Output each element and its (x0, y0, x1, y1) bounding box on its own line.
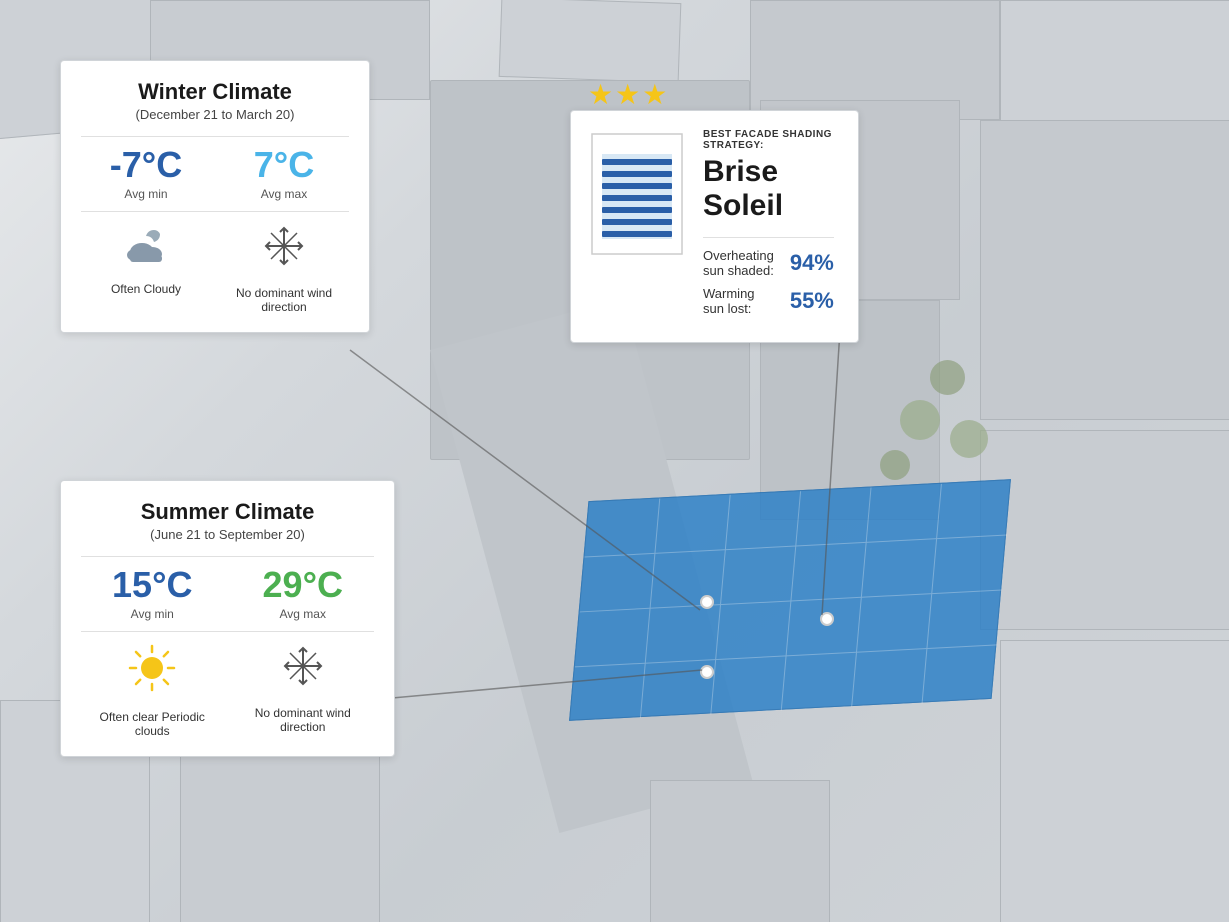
winter-divider-2 (81, 211, 349, 212)
map-dot-1 (700, 595, 714, 609)
map-dot-3 (700, 665, 714, 679)
map-dot-2 (820, 612, 834, 626)
winter-temp-max: 7°C (254, 147, 314, 183)
sun-icon (126, 642, 178, 702)
facade-divider (703, 237, 834, 238)
summer-temp-min-cell: 15°C Avg min (81, 567, 224, 621)
cloud-moon-icon (120, 222, 172, 274)
facade-info-section: BEST FACADE SHADING STRATEGY: Brise Sole… (703, 129, 834, 324)
winter-title: Winter Climate (81, 79, 349, 105)
summer-weather-grid: Often clear Periodic clouds (81, 642, 374, 738)
winter-temp-min-label: Avg min (124, 187, 167, 201)
summer-temp-min-label: Avg min (131, 607, 174, 621)
winter-wind-label: No dominant wind direction (219, 286, 349, 314)
facade-strategy-name: Brise Soleil (703, 155, 834, 223)
wind-icon-summer (277, 642, 329, 698)
summer-weather-label: Often clear Periodic clouds (81, 710, 224, 738)
summer-subtitle: (June 21 to September 20) (81, 527, 374, 542)
winter-temp-min: -7°C (110, 147, 182, 183)
summer-divider (81, 556, 374, 557)
wind-icon-winter (258, 222, 310, 278)
facade-shading-card: BEST FACADE SHADING STRATEGY: Brise Sole… (570, 110, 859, 343)
summer-climate-card: Summer Climate (June 21 to September 20)… (60, 480, 395, 757)
summer-temp-max-cell: 29°C Avg max (232, 567, 375, 621)
overheating-value: 94% (790, 250, 834, 276)
warming-value: 55% (790, 288, 834, 314)
winter-grid: -7°C Avg min 7°C Avg max (81, 147, 349, 201)
summer-divider-2 (81, 631, 374, 632)
summer-sun-cell: Often clear Periodic clouds (81, 642, 224, 738)
facade-strategy-label: BEST FACADE SHADING STRATEGY: (703, 129, 834, 151)
summer-grid: 15°C Avg min 29°C Avg max (81, 567, 374, 621)
winter-divider (81, 136, 349, 137)
summer-wind-label: No dominant wind direction (232, 706, 375, 734)
winter-temp-max-label: Avg max (261, 187, 307, 201)
winter-weather-grid: Often Cloudy (81, 222, 349, 314)
facade-illustration (587, 129, 687, 264)
summer-wind-cell: No dominant wind direction (232, 642, 375, 738)
warming-row: Warming sun lost: 55% (703, 286, 834, 316)
winter-temp-max-cell: 7°C Avg max (219, 147, 349, 201)
summer-title: Summer Climate (81, 499, 374, 525)
winter-weather-label: Often Cloudy (111, 282, 181, 296)
winter-subtitle: (December 21 to March 20) (81, 107, 349, 122)
winter-temp-min-cell: -7°C Avg min (81, 147, 211, 201)
winter-climate-card: Winter Climate (December 21 to March 20)… (60, 60, 370, 333)
facade-stars: ★★★ (588, 78, 669, 111)
summer-temp-max-label: Avg max (280, 607, 326, 621)
winter-wind-cell: No dominant wind direction (219, 222, 349, 314)
summer-temp-max: 29°C (263, 567, 343, 603)
warming-label: Warming sun lost: (703, 286, 774, 316)
overheating-label: Overheating sun shaded: (703, 248, 774, 278)
winter-cloud-cell: Often Cloudy (81, 222, 211, 314)
summer-temp-min: 15°C (112, 567, 192, 603)
overheating-row: Overheating sun shaded: 94% (703, 248, 834, 278)
